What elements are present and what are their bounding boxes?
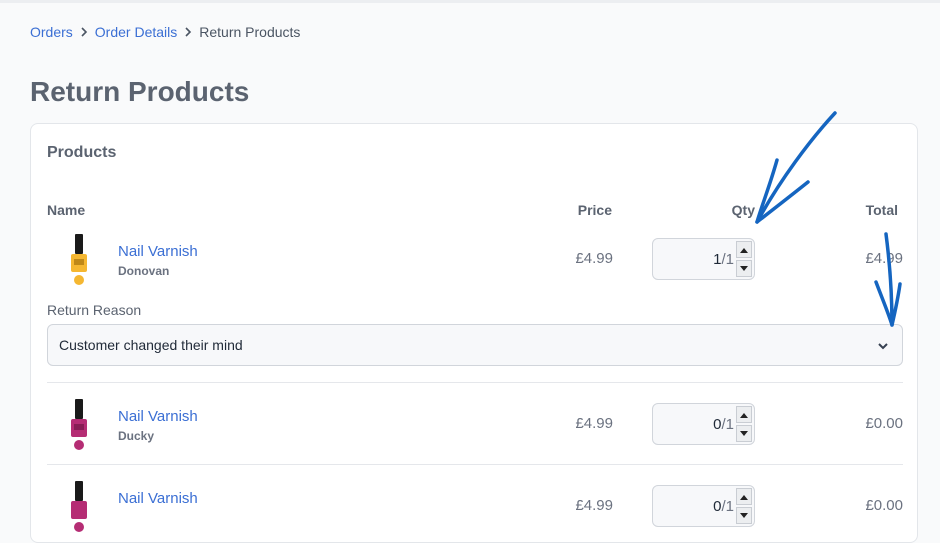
quantity-stepper[interactable]: 0/1 <box>652 403 755 445</box>
quantity-max: /1 <box>721 416 734 433</box>
row-divider <box>47 464 903 465</box>
breadcrumb: Orders Order Details Return Products <box>30 24 300 40</box>
page-title: Return Products <box>30 76 250 107</box>
chevron-down-icon[interactable] <box>876 339 890 353</box>
column-header-total: Total <box>865 202 898 218</box>
spin-down-icon[interactable] <box>736 260 752 277</box>
breadcrumb-orders-link[interactable]: Orders <box>30 24 73 40</box>
spin-up-icon[interactable] <box>736 488 752 505</box>
quantity-spinner[interactable] <box>736 406 752 442</box>
card-title: Products <box>47 144 117 161</box>
breadcrumb-current: Return Products <box>199 24 301 40</box>
product-price: £4.99 <box>575 250 613 267</box>
spin-down-icon[interactable] <box>736 507 752 524</box>
product-total: £0.00 <box>865 415 903 432</box>
products-card: Products Name Price Qty Total Nail Varni… <box>30 123 918 543</box>
product-price: £4.99 <box>575 497 613 514</box>
top-border <box>0 0 940 3</box>
return-reason-select[interactable]: Customer changed their mind <box>47 324 903 366</box>
product-name-link[interactable]: Nail Varnish <box>118 490 198 507</box>
spin-down-icon[interactable] <box>736 425 752 442</box>
nail-varnish-bottle-icon <box>71 234 87 285</box>
product-name-link[interactable]: Nail Varnish <box>118 408 198 425</box>
product-row: Nail Varnish £4.99 0/1 £0.00 <box>47 477 903 537</box>
spin-up-icon[interactable] <box>736 406 752 423</box>
nail-varnish-bottle-icon <box>71 399 87 450</box>
quantity-spinner[interactable] <box>736 241 752 277</box>
return-reason-value: Customer changed their mind <box>59 337 243 353</box>
column-header-qty: Qty <box>731 202 755 218</box>
breadcrumb-order-details-link[interactable]: Order Details <box>95 24 177 40</box>
product-price: £4.99 <box>575 415 613 432</box>
product-variant: Ducky <box>118 429 155 443</box>
return-reason-label: Return Reason <box>47 302 142 318</box>
product-name-link[interactable]: Nail Varnish <box>118 243 198 260</box>
quantity-stepper[interactable]: 0/1 <box>652 485 755 527</box>
product-total: £4.99 <box>865 250 903 267</box>
spin-up-icon[interactable] <box>736 241 752 258</box>
product-variant: Donovan <box>118 264 170 278</box>
quantity-spinner[interactable] <box>736 488 752 524</box>
chevron-right-icon <box>185 27 192 37</box>
row-divider <box>47 382 903 383</box>
nail-varnish-bottle-icon <box>71 481 87 532</box>
quantity-max: /1 <box>721 498 734 515</box>
quantity-stepper[interactable]: 1/1 <box>652 238 755 280</box>
chevron-right-icon <box>81 27 87 37</box>
column-header-price: Price <box>577 202 612 218</box>
quantity-max: /1 <box>721 251 734 268</box>
product-row: Nail Varnish Donovan £4.99 1/1 £4.99 <box>47 230 903 290</box>
column-header-name: Name <box>47 202 86 218</box>
product-row: Nail Varnish Ducky £4.99 0/1 £0.00 <box>47 395 903 455</box>
product-total: £0.00 <box>865 497 903 514</box>
